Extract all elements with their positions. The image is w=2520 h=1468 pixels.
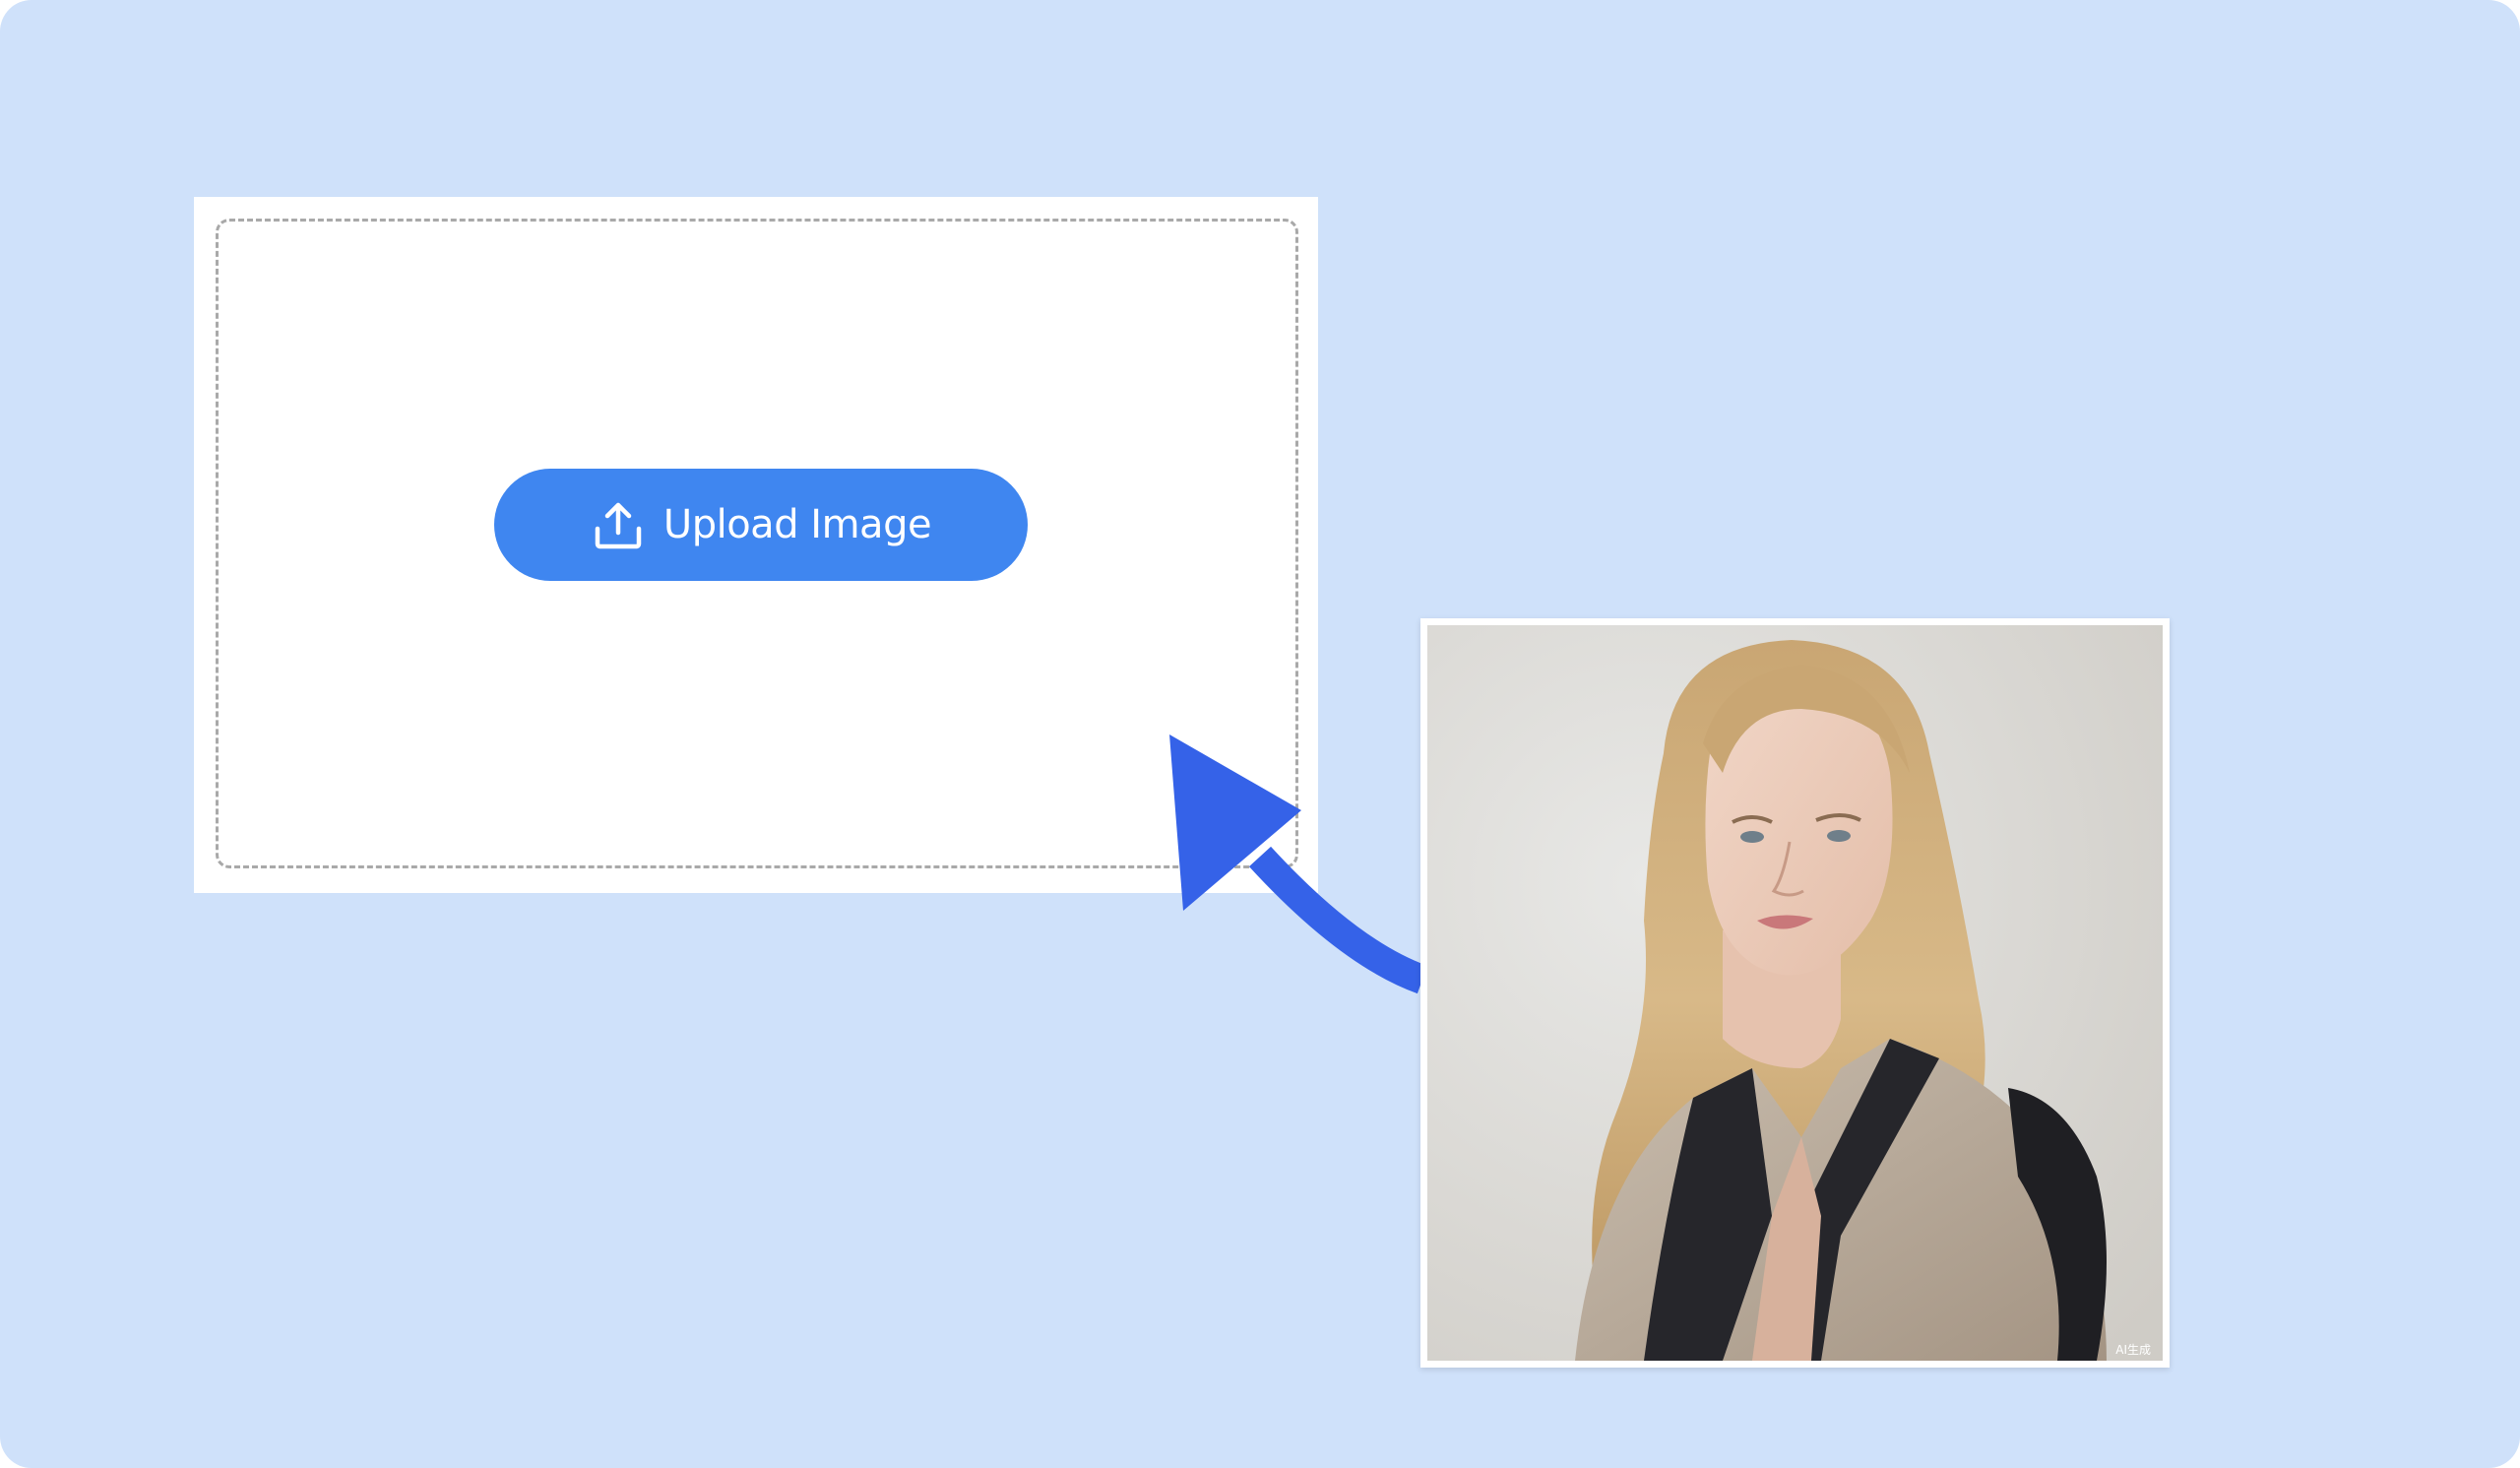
portrait-photo: AI生成 [1427,625,2163,1361]
curved-arrow-icon [1169,734,1428,994]
upload-card: Upload Image [194,197,1318,893]
photo-frame[interactable]: AI生成 [1420,618,2170,1368]
page-background: Upload Image AI生成 [0,0,2520,1468]
upload-image-button[interactable]: Upload Image [494,469,1028,581]
photo-watermark: AI生成 [2115,1343,2151,1357]
upload-icon [595,502,642,549]
upload-button-label: Upload Image [662,502,932,547]
